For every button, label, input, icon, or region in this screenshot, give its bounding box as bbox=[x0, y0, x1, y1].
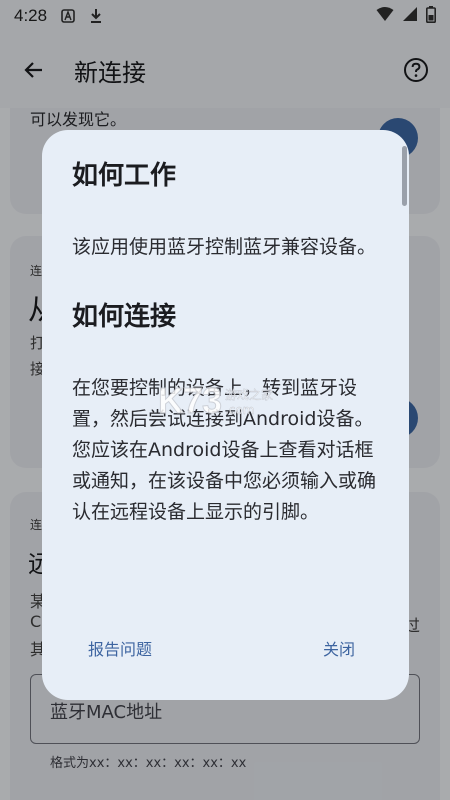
section-title-how-it-works: 如何工作 bbox=[72, 161, 177, 191]
section-title-how-to-connect: 如何连接 bbox=[72, 302, 177, 332]
section-body-how-it-works: 该应用使用蓝牙控制蓝牙兼容设备。 bbox=[72, 236, 377, 258]
dialog-actions: 报告问题 关闭 bbox=[42, 620, 409, 700]
watermark-sub-bottom: .com bbox=[225, 402, 255, 417]
watermark-sub-top: 游戏之家 bbox=[225, 387, 274, 402]
dialog-scrollbar[interactable] bbox=[402, 146, 407, 206]
close-button[interactable]: 关闭 bbox=[319, 632, 359, 664]
report-problem-button[interactable]: 报告问题 bbox=[84, 632, 156, 664]
watermark-main: K73 bbox=[157, 380, 222, 422]
watermark-logo: K73 游戏之家 .com bbox=[157, 380, 274, 422]
dialog-scroll-area[interactable]: 如何工作 该应用使用蓝牙控制蓝牙兼容设备。 如何连接 在您要控制的设备上，转到蓝… bbox=[42, 130, 409, 610]
